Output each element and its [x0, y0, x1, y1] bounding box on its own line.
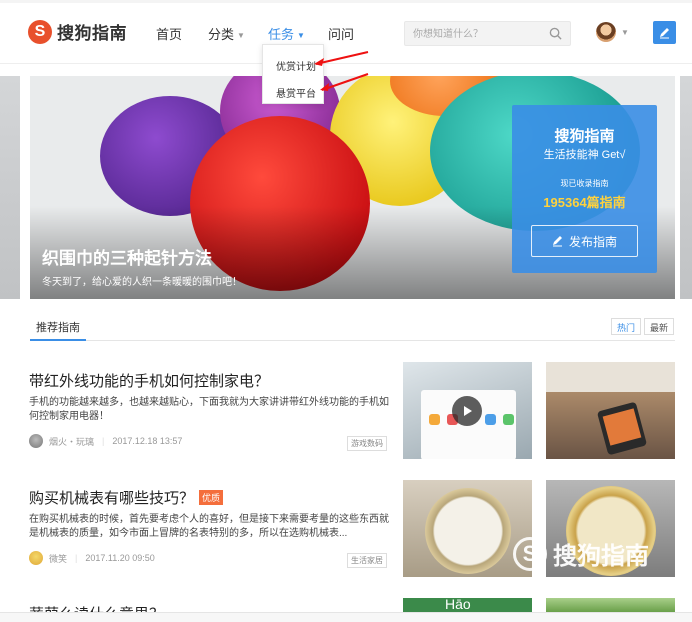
category-tag[interactable]: 游戏数码: [347, 436, 387, 451]
article-title[interactable]: 购买机械表有哪些技巧？ 优质: [29, 487, 224, 508]
sogou-logo-icon: S: [28, 19, 52, 44]
article-desc: 手机的功能越来越多，也越来越贴心，下面我就为大家讲讲带红外线功能的手机如何控制家…: [29, 397, 389, 422]
nav-task-label: 任务: [268, 27, 295, 42]
sogou-logo-icon: S: [513, 536, 547, 571]
promo-count: 195364篇指南: [543, 195, 626, 210]
article-thumbnail[interactable]: Hāo: [403, 598, 532, 612]
meta-divider: |: [102, 436, 105, 446]
bottom-scrollbar[interactable]: [0, 612, 692, 622]
avatar: [596, 22, 616, 42]
sort-latest-button[interactable]: 最新: [644, 318, 675, 335]
article-title-text: 购买机械表有哪些技巧？: [29, 490, 195, 507]
meta-divider: |: [75, 553, 78, 563]
author-name[interactable]: 烟火・玩璃: [49, 435, 94, 448]
play-icon[interactable]: [452, 396, 482, 426]
author-avatar[interactable]: [29, 551, 43, 565]
article-time: 2017.11.20 09:50: [85, 553, 155, 563]
watermark-url: zhinan.sogou.com: [516, 575, 614, 589]
banner-title[interactable]: 织围巾的三种起针方法: [42, 244, 212, 269]
publish-guide-button[interactable]: 发布指南: [531, 225, 638, 257]
nav-ask[interactable]: 问问: [328, 24, 354, 43]
article-desc: 在购买机械表的时候，首先要考虑个人的喜好，但是接下来需要考量的这些东西就是机械表…: [29, 514, 389, 539]
site-logo[interactable]: S 搜狗指南: [28, 19, 127, 44]
category-tag[interactable]: 生活家居: [347, 553, 387, 568]
search-input[interactable]: [413, 25, 543, 43]
author-name[interactable]: 微笑: [49, 552, 67, 565]
chevron-down-icon: ▼: [621, 27, 629, 37]
article-thumbnail[interactable]: [546, 362, 675, 459]
promo-card: 搜狗指南 生活技能神 Get√ 现已收录指南 195364篇指南 发布指南: [512, 105, 657, 273]
promo-tagline: 生活技能神 Get√: [543, 149, 626, 161]
logo-text: 搜狗指南: [57, 24, 127, 43]
nav-category-label: 分类: [208, 27, 235, 42]
wall-image: [546, 362, 675, 392]
pencil-icon: [552, 236, 562, 247]
top-divider: [0, 0, 692, 3]
nav-task[interactable]: 任务 ▼: [268, 24, 305, 43]
article-time: 2017.12.18 13:57: [112, 436, 183, 446]
red-arrow-annotations: [314, 51, 369, 91]
sogou-watermark: S 搜狗指南: [513, 536, 649, 571]
search-icon[interactable]: [549, 27, 562, 40]
quality-badge: 优质: [199, 490, 224, 505]
app-icon: [429, 414, 440, 425]
pencil-icon: [660, 28, 669, 39]
watermark-text: 搜狗指南: [553, 543, 649, 570]
app-icon: [485, 414, 496, 425]
article-meta: 微笑 | 2017.11.20 09:50: [29, 551, 155, 565]
tab-recommended[interactable]: 推荐指南: [30, 314, 86, 341]
chevron-down-icon: ▼: [237, 31, 245, 41]
prev-banner-peek[interactable]: [0, 76, 20, 299]
sort-hot-button[interactable]: 热门: [611, 318, 642, 335]
article-meta: 烟火・玩璃 | 2017.12.18 13:57: [29, 434, 182, 448]
app-icon: [503, 414, 514, 425]
guide-tabs: 推荐指南 热门 最新: [30, 314, 675, 341]
article-title[interactable]: 带红外线功能的手机如何控制家电？: [29, 370, 269, 391]
next-banner-peek[interactable]: [680, 76, 692, 299]
article-thumbnail[interactable]: [403, 362, 532, 459]
watch-image: [425, 488, 511, 574]
search-box: [404, 21, 571, 46]
author-avatar[interactable]: [29, 434, 43, 448]
banner-subtitle: 冬天到了，给心爱的人织一条暖暖的围巾吧！: [42, 277, 242, 288]
user-menu[interactable]: ▼: [596, 22, 629, 42]
thumbnail-text: Hāo: [445, 598, 471, 612]
publish-guide-label: 发布指南: [568, 234, 617, 249]
nav-home[interactable]: 首页: [156, 24, 182, 43]
nav-category[interactable]: 分类 ▼: [208, 24, 245, 43]
promo-title: 搜狗指南: [554, 128, 615, 145]
article-thumbnail[interactable]: [546, 598, 675, 612]
chevron-down-icon: ▼: [297, 31, 305, 41]
write-guide-button[interactable]: [653, 21, 676, 44]
promo-count-label: 现已收录指南: [560, 179, 609, 188]
